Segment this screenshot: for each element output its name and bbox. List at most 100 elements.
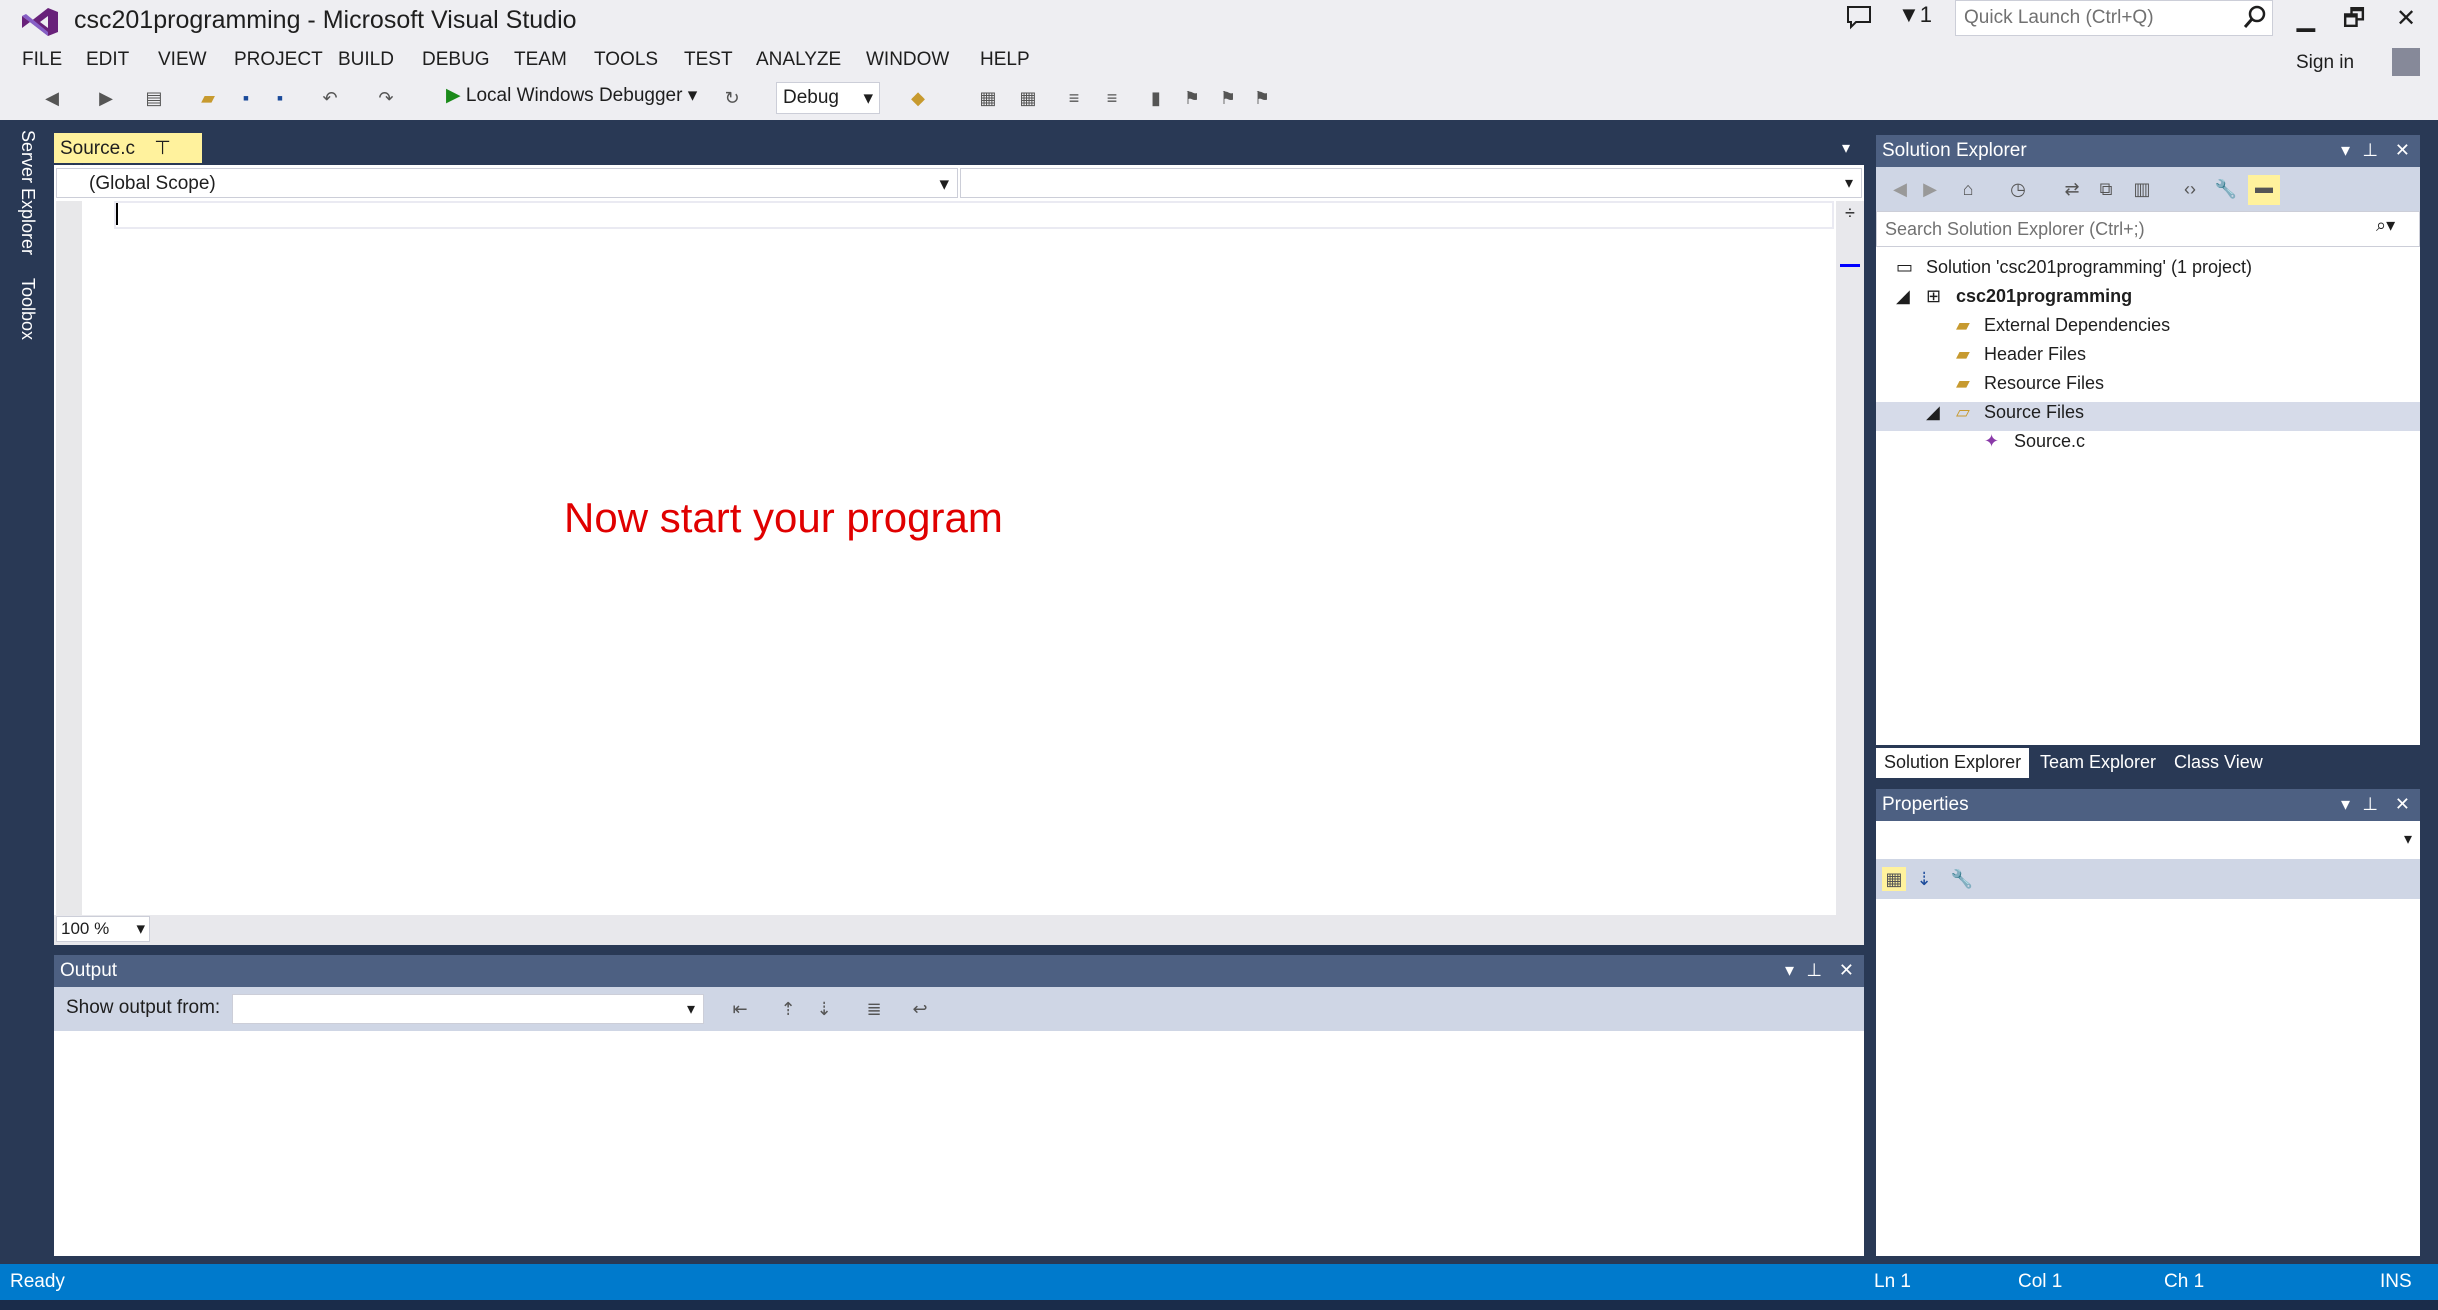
output-source-select[interactable]: ▾ xyxy=(232,994,704,1024)
pending-changes-icon[interactable]: ◷ xyxy=(2006,177,2030,201)
find-icon[interactable]: ◆ xyxy=(906,86,930,110)
close-icon[interactable]: ✕ xyxy=(2378,0,2434,38)
clear-bookmarks-icon[interactable]: ⚑ xyxy=(1250,86,1274,110)
outdent-icon[interactable]: ≡ xyxy=(1062,86,1086,110)
member-select[interactable]: ▾ xyxy=(960,168,1862,198)
toolbox-tab[interactable]: Toolbox xyxy=(17,278,38,340)
dropdown-icon[interactable]: ▾ xyxy=(1785,960,1794,981)
output-content[interactable] xyxy=(54,1031,1864,1256)
chevron-down-icon: ▾ xyxy=(863,88,873,109)
bookmark-icon[interactable]: ▮ xyxy=(1144,86,1168,110)
menu-window[interactable]: WINDOW xyxy=(866,49,949,71)
tree-solution[interactable]: ▭ Solution 'csc201programming' (1 project… xyxy=(1876,257,2420,286)
prev-message-icon[interactable]: ⇡ xyxy=(776,997,800,1021)
forward-icon[interactable]: ▶ xyxy=(94,86,118,110)
restore-icon[interactable]: 🗗 xyxy=(2326,0,2382,38)
dropdown-icon[interactable]: ▾ xyxy=(2341,794,2350,815)
tab-source-c[interactable]: Source.c ⊤ ✕ xyxy=(54,133,202,182)
save-all-icon[interactable]: ▪ xyxy=(268,86,292,110)
search-icon[interactable] xyxy=(2240,2,2270,32)
pin-icon[interactable]: ⊥ xyxy=(1806,960,1822,981)
pin-icon[interactable]: ⊥ xyxy=(2362,140,2378,161)
next-message-icon[interactable]: ⇣ xyxy=(812,997,836,1021)
undo-icon[interactable]: ↶ xyxy=(318,86,342,110)
start-debugger-button[interactable]: ▶ Local Windows Debugger ▾ xyxy=(446,84,697,114)
property-pages-icon[interactable]: 🔧 xyxy=(1950,867,1974,891)
server-explorer-tab[interactable]: Server Explorer xyxy=(17,130,38,255)
comment-icon[interactable]: ▦ xyxy=(976,86,1000,110)
indent-icon[interactable]: ≡ xyxy=(1100,86,1124,110)
search-icon[interactable]: ⌕▾ xyxy=(2376,215,2395,236)
properties-object-select[interactable]: ▾ xyxy=(1876,821,2420,859)
tree-source-files[interactable]: ◢ ▱ Source Files xyxy=(1876,402,2420,431)
expand-icon[interactable]: ◢ xyxy=(1926,402,1940,423)
word-wrap-icon[interactable]: ↩ xyxy=(908,997,932,1021)
show-output-label: Show output from: xyxy=(66,997,221,1018)
menu-file[interactable]: FILE xyxy=(22,49,62,71)
zoom-select[interactable]: 100 % ▾ xyxy=(56,916,150,942)
preview-icon[interactable]: ▬ xyxy=(2248,175,2280,205)
view-code-icon[interactable]: ‹› xyxy=(2178,177,2202,201)
close-icon[interactable]: ✕ xyxy=(2395,794,2410,815)
tab-class-view[interactable]: Class View xyxy=(2166,748,2271,778)
alphabetical-icon[interactable]: ⇣ xyxy=(1912,867,1936,891)
menu-view[interactable]: VIEW xyxy=(158,49,207,71)
menu-test[interactable]: TEST xyxy=(684,49,733,71)
scope-select[interactable]: (Global Scope) ▾ xyxy=(56,168,958,198)
close-icon[interactable]: ✕ xyxy=(2395,140,2410,161)
vertical-scrollbar[interactable]: ÷ xyxy=(1836,201,1864,915)
show-all-files-icon[interactable]: ▥ xyxy=(2130,177,2154,201)
menu-help[interactable]: HELP xyxy=(980,49,1030,71)
feedback-filter[interactable]: ▼1 xyxy=(1898,2,1932,28)
next-bookmark-icon[interactable]: ⚑ xyxy=(1216,86,1240,110)
notification-icon[interactable] xyxy=(1842,2,1876,32)
collapse-all-icon[interactable]: ⧉ xyxy=(2094,177,2118,201)
home-icon[interactable]: ⌂ xyxy=(1956,177,1980,201)
menu-team[interactable]: TEAM xyxy=(514,49,567,71)
prev-bookmark-icon[interactable]: ⚑ xyxy=(1180,86,1204,110)
tree-source-c[interactable]: ✦ Source.c xyxy=(1876,431,2420,460)
close-icon[interactable]: ✕ xyxy=(1839,960,1854,981)
find-message-icon[interactable]: ⇤ xyxy=(728,997,752,1021)
menu-debug[interactable]: DEBUG xyxy=(422,49,490,71)
forward-icon[interactable]: ▶ xyxy=(1918,177,1942,201)
open-file-icon[interactable]: ▰ xyxy=(196,86,220,110)
tab-solution-explorer[interactable]: Solution Explorer xyxy=(1876,748,2030,778)
uncomment-icon[interactable]: ▦ xyxy=(1016,86,1040,110)
tree-resource-files[interactable]: ▰ Resource Files xyxy=(1876,373,2420,402)
code-editor[interactable] xyxy=(54,201,1864,915)
menu-edit[interactable]: EDIT xyxy=(86,49,129,71)
folder-icon: ▰ xyxy=(1956,344,1970,364)
categorized-icon[interactable]: ▦ xyxy=(1882,867,1906,891)
solution-configuration-select[interactable]: Debug ▾ xyxy=(776,82,880,114)
refresh-icon[interactable]: ↻ xyxy=(720,86,744,110)
pin-icon[interactable]: ⊥ xyxy=(2362,794,2378,815)
pin-icon[interactable]: ⊤ xyxy=(154,138,171,159)
sign-in-link[interactable]: Sign in xyxy=(2296,52,2354,74)
new-project-icon[interactable]: ▤ xyxy=(142,86,166,110)
menu-build[interactable]: BUILD xyxy=(338,49,394,71)
quick-launch-input[interactable]: Quick Launch (Ctrl+Q) xyxy=(1955,0,2273,36)
dropdown-icon[interactable]: ▾ xyxy=(2341,140,2350,161)
vs-logo-icon xyxy=(22,8,58,36)
tree-header-files[interactable]: ▰ Header Files xyxy=(1876,344,2420,373)
back-icon[interactable]: ◀ xyxy=(40,86,64,110)
menu-project[interactable]: PROJECT xyxy=(234,49,323,71)
tree-project[interactable]: ◢ ⊞ csc201programming xyxy=(1876,286,2420,315)
menu-tools[interactable]: TOOLS xyxy=(594,49,658,71)
wrench-icon[interactable]: 🔧 xyxy=(2214,177,2238,201)
solution-search-input[interactable]: Search Solution Explorer (Ctrl+;) xyxy=(1876,211,2420,247)
menu-analyze[interactable]: ANALYZE xyxy=(756,49,841,71)
clear-all-icon[interactable]: ≣ xyxy=(862,997,886,1021)
filter-icon: ▼ xyxy=(1898,2,1920,27)
tab-overflow-icon[interactable]: ▾ xyxy=(1842,138,1850,158)
avatar[interactable] xyxy=(2392,48,2420,76)
expand-icon[interactable]: ◢ xyxy=(1896,286,1910,307)
tab-team-explorer[interactable]: Team Explorer xyxy=(2032,748,2164,778)
sync-icon[interactable]: ⇄ xyxy=(2060,177,2084,201)
redo-icon[interactable]: ↷ xyxy=(374,86,398,110)
save-icon[interactable]: ▪ xyxy=(234,86,258,110)
split-icon[interactable]: ÷ xyxy=(1836,203,1864,224)
tree-external-dependencies[interactable]: ▰ External Dependencies xyxy=(1876,315,2420,344)
back-icon[interactable]: ◀ xyxy=(1888,177,1912,201)
